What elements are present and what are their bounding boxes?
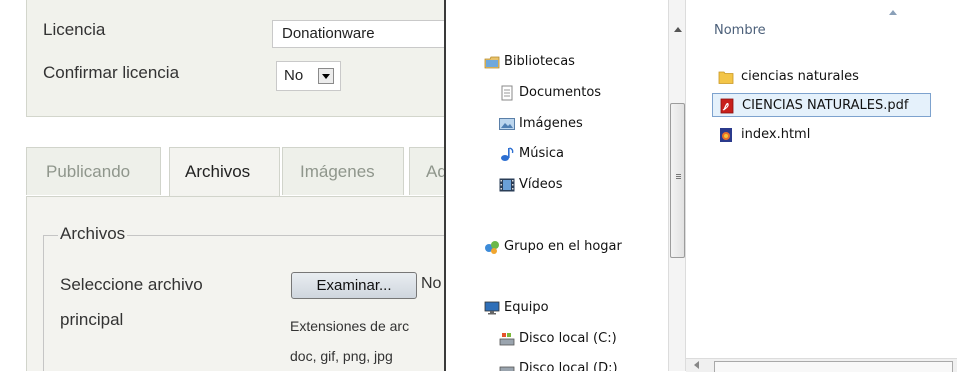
nav-label: Bibliotecas — [504, 54, 575, 69]
tab-label: Imágenes — [300, 162, 375, 181]
grip-line — [676, 174, 681, 175]
grip-line — [676, 176, 681, 177]
confirm-license-value: No — [284, 67, 304, 84]
file-item-html[interactable]: index.html — [712, 123, 912, 147]
image-icon — [499, 118, 515, 130]
folder-icon — [718, 71, 734, 84]
video-icon — [499, 178, 515, 192]
tab-more[interactable]: Ad — [409, 147, 445, 195]
nav-label: Imágenes — [519, 116, 583, 131]
license-value: Donationware — [282, 25, 375, 42]
select-file-label-2: principal — [60, 310, 124, 329]
license-input[interactable]: Donationware — [272, 20, 445, 48]
libraries-icon — [484, 56, 500, 69]
horizontal-scrollbar[interactable] — [686, 358, 957, 372]
scroll-left-icon[interactable] — [694, 361, 699, 369]
extensions-text: Extensiones de arc — [290, 318, 410, 334]
browse-button-label: Examinar... — [316, 277, 392, 294]
grip-line — [676, 178, 681, 179]
confirm-license-label: Confirmar licencia — [43, 63, 180, 82]
no-file-text: No — [421, 275, 442, 292]
nav-label: Equipo — [504, 300, 549, 315]
sort-ascending-icon — [889, 10, 897, 15]
homegroup-icon — [485, 241, 499, 254]
scrollbar-thumb[interactable] — [670, 103, 685, 258]
chevron-down-icon[interactable] — [318, 68, 334, 84]
confirm-license-select[interactable]: No — [276, 61, 341, 91]
file-item-pdf[interactable]: CIENCIAS NATURALES.pdf — [712, 93, 931, 117]
file-list: Nombre ciencias naturales CIENCIAS NATUR… — [686, 0, 957, 371]
nav-label: Vídeos — [519, 177, 563, 192]
disk-icon — [499, 366, 515, 371]
tab-label: Archivos — [185, 162, 251, 181]
tab-archivos[interactable]: Archivos — [169, 147, 280, 196]
scroll-up-icon[interactable] — [674, 27, 682, 32]
tab-label: Publicando — [46, 162, 131, 181]
computer-icon — [484, 301, 500, 315]
extensions-list: doc, gif, png, jpg — [290, 348, 393, 364]
file-name: CIENCIAS NATURALES.pdf — [742, 98, 909, 113]
horizontal-scrollbar-thumb[interactable] — [714, 361, 953, 372]
file-open-dialog: Bibliotecas Documentos Imágenes Música V… — [444, 0, 957, 372]
navigation-pane: Bibliotecas Documentos Imágenes Música V… — [446, 0, 669, 371]
nav-label: Documentos — [519, 85, 602, 100]
fieldset-legend: Archivos — [58, 224, 128, 244]
nav-label: Disco local (D:) — [519, 361, 618, 371]
html-file-icon — [720, 128, 732, 142]
pdf-icon — [720, 98, 734, 114]
column-header-name[interactable]: Nombre — [714, 23, 766, 38]
browse-button[interactable]: Examinar... — [291, 272, 417, 299]
music-icon — [501, 147, 514, 161]
tab-publicando[interactable]: Publicando — [26, 147, 161, 195]
tab-label: Ad — [426, 162, 445, 181]
document-icon — [501, 85, 513, 101]
tab-imagenes[interactable]: Imágenes — [282, 147, 404, 195]
file-name: ciencias naturales — [741, 69, 859, 84]
select-file-label: Seleccione archivo — [60, 275, 203, 294]
nav-label: Grupo en el hogar — [504, 239, 622, 254]
nav-label: Disco local (C:) — [519, 331, 617, 346]
navigation-scrollbar[interactable] — [668, 0, 686, 371]
license-label: Licencia — [43, 20, 106, 39]
file-item-folder[interactable]: ciencias naturales — [712, 65, 932, 89]
nav-label: Música — [519, 146, 564, 161]
license-panel — [26, 0, 445, 117]
disk-icon — [499, 333, 515, 346]
file-name: index.html — [741, 127, 811, 142]
web-form-area: Licencia Donationware Confirmar licencia… — [0, 0, 445, 371]
